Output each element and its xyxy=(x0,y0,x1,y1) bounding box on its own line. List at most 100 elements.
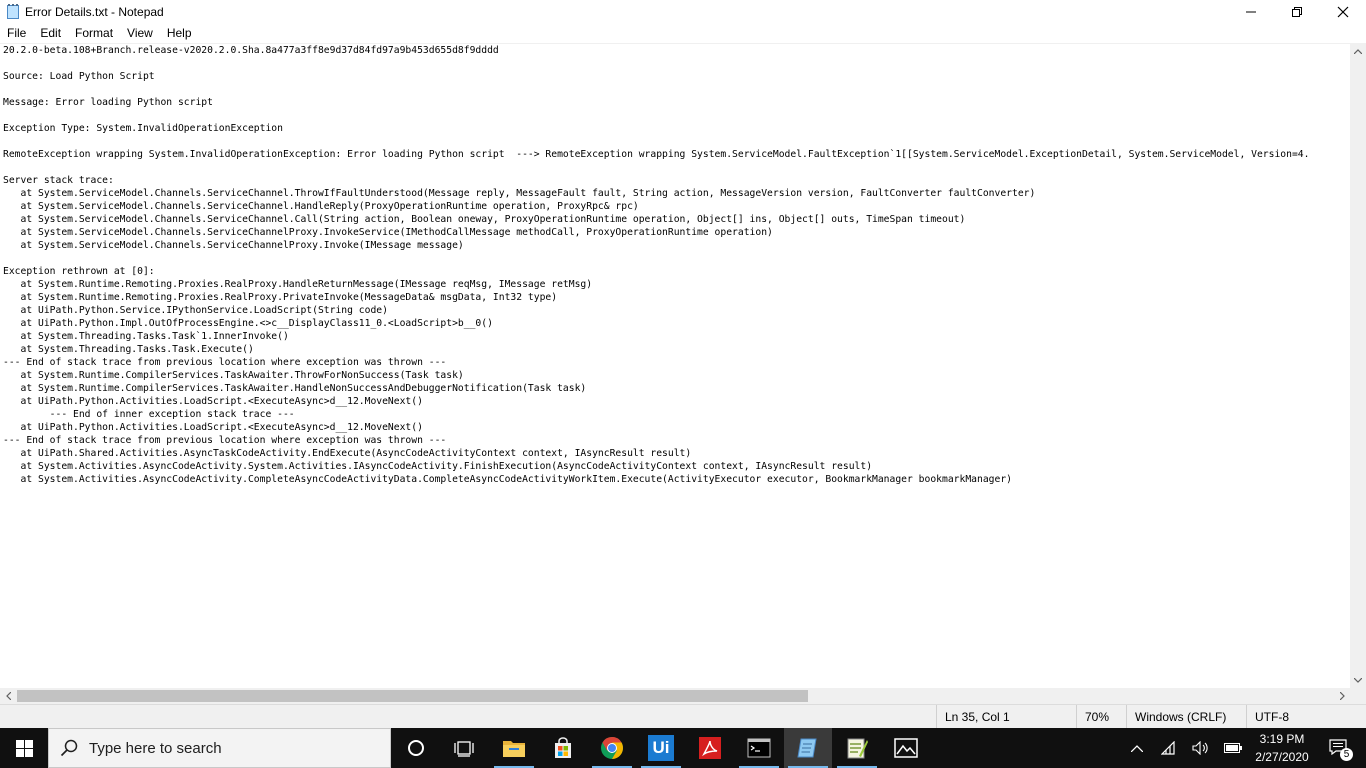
title-bar: Error Details.txt - Notepad xyxy=(0,0,1366,23)
chrome-icon xyxy=(601,737,623,759)
window-controls xyxy=(1228,0,1366,23)
text-line: at UiPath.Python.Impl.OutOfProcessEngine… xyxy=(3,318,493,329)
show-hidden-icons-button[interactable] xyxy=(1126,728,1148,768)
text-line: at System.ServiceModel.Channels.ServiceC… xyxy=(3,240,464,251)
text-line: at System.Threading.Tasks.Task`1.InnerIn… xyxy=(3,331,289,342)
text-line: Source: Load Python Script xyxy=(3,71,155,82)
notepad-plus-plus-icon xyxy=(847,738,868,759)
chevron-up-icon xyxy=(1131,744,1143,752)
taskbar-notepad[interactable] xyxy=(784,728,832,768)
window-title: Error Details.txt - Notepad xyxy=(25,4,164,19)
uipath-icon: Ui xyxy=(648,735,674,761)
notepad-icon xyxy=(797,738,817,758)
text-line xyxy=(3,83,1350,96)
menu-format[interactable]: Format xyxy=(68,23,120,43)
uipath-icon-label: Ui xyxy=(652,738,670,757)
taskbar-store[interactable] xyxy=(539,728,587,768)
menu-file[interactable]: File xyxy=(0,23,33,43)
taskbar-acrobat[interactable] xyxy=(686,728,734,768)
vertical-scrollbar[interactable] xyxy=(1350,43,1366,688)
taskbar-clock[interactable]: 3:19 PM 2/27/2020 xyxy=(1244,728,1320,768)
network-button[interactable] xyxy=(1158,728,1180,768)
taskbar-search-box[interactable]: Type here to search xyxy=(48,728,391,768)
text-line: --- End of stack trace from previous loc… xyxy=(3,435,447,446)
taskbar-notepadpp[interactable] xyxy=(833,728,881,768)
restore-icon xyxy=(1292,6,1302,17)
photos-icon xyxy=(894,738,918,758)
volume-button[interactable] xyxy=(1189,728,1213,768)
text-line: at UiPath.Python.Activities.LoadScript.<… xyxy=(3,422,423,433)
text-line: Server stack trace: xyxy=(3,175,114,186)
clock-date: 2/27/2020 xyxy=(1255,750,1309,764)
text-line: Exception rethrown at [0]: xyxy=(3,266,155,277)
text-line: at UiPath.Python.Activities.LoadScript.<… xyxy=(3,396,423,407)
menu-edit[interactable]: Edit xyxy=(33,23,68,43)
minimize-icon xyxy=(1246,11,1256,12)
clock-time: 3:19 PM xyxy=(1259,732,1305,746)
chevron-down-icon xyxy=(1354,677,1362,683)
start-button[interactable] xyxy=(0,728,48,768)
taskbar-file-explorer[interactable] xyxy=(490,728,538,768)
task-view-icon xyxy=(454,741,474,757)
close-button[interactable] xyxy=(1320,0,1366,23)
taskbar-command-prompt[interactable] xyxy=(735,728,783,768)
chevron-right-icon xyxy=(1339,692,1345,700)
store-bag-icon xyxy=(555,737,571,758)
scroll-down-button[interactable] xyxy=(1350,672,1366,688)
scroll-up-button[interactable] xyxy=(1350,43,1366,59)
text-line: at System.Activities.AsyncCodeActivity.S… xyxy=(3,461,873,472)
text-line: at System.Activities.AsyncCodeActivity.C… xyxy=(3,474,1012,485)
taskbar-chrome[interactable] xyxy=(588,728,636,768)
close-icon xyxy=(1337,6,1349,17)
scrollbar-corner xyxy=(1350,688,1366,704)
text-line: at System.Runtime.CompilerServices.TaskA… xyxy=(3,383,587,394)
line-ending: Windows (CRLF) xyxy=(1126,705,1246,729)
battery-icon xyxy=(1224,743,1242,753)
horizontal-scrollbar[interactable] xyxy=(0,688,1350,704)
scroll-right-button[interactable] xyxy=(1334,688,1350,704)
volume-icon xyxy=(1192,741,1208,755)
text-line: at System.ServiceModel.Channels.ServiceC… xyxy=(3,227,773,238)
text-line xyxy=(3,109,1350,122)
battery-button[interactable] xyxy=(1222,728,1244,768)
text-line: Exception Type: System.InvalidOperationE… xyxy=(3,123,283,134)
scroll-left-button[interactable] xyxy=(0,688,16,704)
text-editor[interactable]: 20.2.0-beta.108+Branch.release-v2020.2.0… xyxy=(0,43,1350,688)
text-line: at System.ServiceModel.Channels.ServiceC… xyxy=(3,214,966,225)
horizontal-scroll-thumb[interactable] xyxy=(17,690,808,702)
text-line: at System.Runtime.Remoting.Proxies.RealP… xyxy=(3,292,558,303)
taskbar-uipath-studio[interactable]: Ui xyxy=(637,728,685,768)
menu-bar: File Edit Format View Help xyxy=(0,23,1366,43)
wifi-icon xyxy=(1161,741,1175,755)
chevron-up-icon xyxy=(1354,48,1362,54)
minimize-button[interactable] xyxy=(1228,0,1274,23)
cursor-position: Ln 35, Col 1 xyxy=(936,705,1076,729)
maximize-button[interactable] xyxy=(1274,0,1320,23)
text-line xyxy=(3,161,1350,174)
text-line: at System.Runtime.Remoting.Proxies.RealP… xyxy=(3,279,593,290)
notepad-window: Error Details.txt - Notepad File Edit Fo… xyxy=(0,0,1366,768)
notepad-icon xyxy=(5,3,21,20)
task-view-button[interactable] xyxy=(440,728,488,768)
text-line: 20.2.0-beta.108+Branch.release-v2020.2.0… xyxy=(3,45,499,56)
text-line: at System.Threading.Tasks.Task.Execute() xyxy=(3,344,254,355)
cortana-button[interactable] xyxy=(392,728,440,768)
notification-icon: 5 xyxy=(1329,738,1353,761)
menu-help[interactable]: Help xyxy=(160,23,199,43)
cortana-circle-icon xyxy=(408,740,424,756)
text-line: at UiPath.Python.Service.IPythonService.… xyxy=(3,305,388,316)
windows-logo-icon xyxy=(15,739,33,757)
action-center-button[interactable]: 5 xyxy=(1320,728,1360,768)
text-line xyxy=(3,135,1350,148)
taskbar-photos[interactable] xyxy=(882,728,930,768)
chevron-left-icon xyxy=(5,692,11,700)
search-placeholder: Type here to search xyxy=(89,739,222,757)
zoom-level: 70% xyxy=(1076,705,1126,729)
text-content: 20.2.0-beta.108+Branch.release-v2020.2.0… xyxy=(0,44,1350,486)
text-line: at System.Runtime.CompilerServices.TaskA… xyxy=(3,370,464,381)
menu-view[interactable]: View xyxy=(120,23,160,43)
text-line: Message: Error loading Python script xyxy=(3,97,213,108)
terminal-icon xyxy=(747,738,771,758)
text-line: --- End of inner exception stack trace -… xyxy=(3,409,295,420)
search-icon xyxy=(49,728,89,768)
